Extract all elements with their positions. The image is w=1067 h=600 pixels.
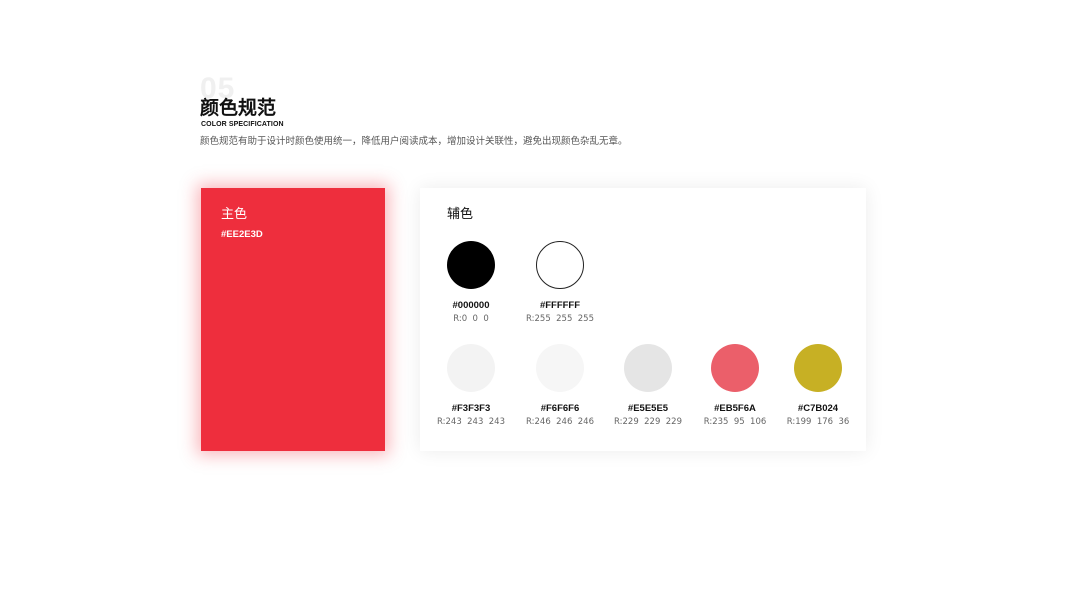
- swatch-circle: [447, 241, 495, 289]
- primary-color-label: 主色: [221, 207, 248, 222]
- swatch-rgb: R:243 243 243: [437, 417, 505, 427]
- primary-color-hex: #EE2E3D: [221, 229, 263, 240]
- swatch-circle: [624, 344, 672, 392]
- secondary-color-card: 辅色 #000000 R:0 0 0 #FFFFFF R:255 255 255…: [420, 188, 866, 451]
- primary-color-card: 主色 #EE2E3D: [201, 188, 385, 451]
- swatch-circle: [447, 344, 495, 392]
- swatch-gray: #E5E5E5 R:229 229 229: [598, 344, 698, 428]
- page-title: 颜色规范: [200, 97, 277, 119]
- swatch-light-gray-2: #F6F6F6 R:246 246 246: [510, 344, 610, 428]
- swatch-circle: [536, 344, 584, 392]
- swatch-white: #FFFFFF R:255 255 255: [510, 241, 610, 325]
- page-subtitle: COLOR SPECIFICATION: [201, 121, 284, 128]
- swatch-circle: [536, 241, 584, 289]
- swatch-circle: [711, 344, 759, 392]
- swatch-hex: #000000: [452, 300, 490, 311]
- swatch-mustard: #C7B024 R:199 176 36: [768, 344, 868, 428]
- swatch-circle: [794, 344, 842, 392]
- swatch-rgb: R:199 176 36: [786, 417, 850, 427]
- swatch-rgb: R:246 246 246: [526, 417, 594, 427]
- swatch-hex: #F3F3F3: [451, 403, 491, 414]
- swatch-rgb: R:229 229 229: [614, 417, 682, 427]
- secondary-color-label: 辅色: [447, 207, 474, 222]
- swatch-hex: #C7B024: [797, 403, 839, 414]
- swatch-black: #000000 R:0 0 0: [421, 241, 521, 325]
- swatch-light-gray-1: #F3F3F3 R:243 243 243: [421, 344, 521, 428]
- swatch-hex: #FFFFFF: [539, 300, 581, 311]
- swatch-hex: #E5E5E5: [627, 403, 669, 414]
- swatch-hex: #F6F6F6: [540, 403, 580, 414]
- page-description: 颜色规范有助于设计时颜色使用统一，降低用户阅读成本，增加设计关联性，避免出现颜色…: [200, 136, 628, 147]
- swatch-rgb: R:0 0 0: [453, 314, 489, 324]
- swatch-rgb: R:255 255 255: [526, 314, 594, 324]
